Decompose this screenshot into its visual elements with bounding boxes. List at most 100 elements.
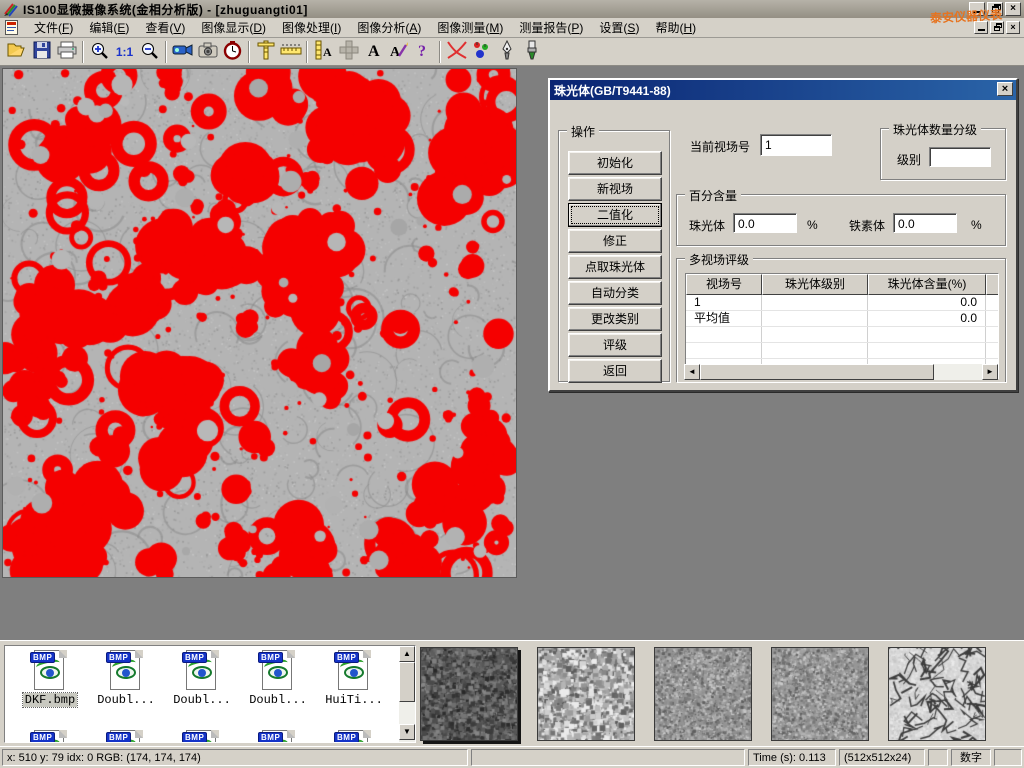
table-cell bbox=[986, 295, 999, 310]
camera-button[interactable] bbox=[195, 40, 220, 64]
bmp-badge: BMP bbox=[30, 732, 55, 743]
grid-cross-button[interactable] bbox=[336, 40, 361, 64]
restore-button[interactable] bbox=[987, 2, 1003, 16]
file-item-4[interactable]: BMPHuiTi... bbox=[319, 650, 389, 707]
table-cell bbox=[762, 343, 868, 358]
file-item-row2-1[interactable]: BMP bbox=[91, 730, 161, 743]
operation-button-3[interactable]: 修正 bbox=[568, 229, 662, 253]
operation-button-6[interactable]: 更改类别 bbox=[568, 307, 662, 331]
micrograph-image[interactable] bbox=[2, 68, 517, 578]
mdi-restore-button[interactable] bbox=[990, 21, 1004, 34]
ruler-button[interactable] bbox=[278, 40, 303, 64]
operation-button-2[interactable]: 二值化 bbox=[568, 203, 662, 227]
file-item-row2-4[interactable]: BMP bbox=[319, 730, 389, 743]
open-button[interactable] bbox=[4, 40, 29, 64]
save-button[interactable] bbox=[29, 40, 54, 64]
document-icon[interactable] bbox=[4, 20, 20, 36]
table-row[interactable]: 10.0 bbox=[686, 295, 998, 311]
file-item-2[interactable]: BMPDoubl... bbox=[167, 650, 237, 707]
file-name: Doubl... bbox=[247, 693, 309, 707]
table-cell bbox=[986, 343, 999, 358]
scroll-up-icon[interactable]: ▲ bbox=[399, 646, 415, 662]
scroll-down-icon[interactable]: ▼ bbox=[399, 724, 415, 740]
scroll-left-icon[interactable]: ◄ bbox=[684, 364, 700, 380]
measure-text-button[interactable]: A bbox=[311, 40, 336, 64]
bmp-badge: BMP bbox=[182, 732, 207, 743]
dialog-close-icon[interactable]: × bbox=[997, 82, 1013, 96]
table-header-3[interactable]: 铁素体 bbox=[986, 274, 999, 295]
operation-button-5[interactable]: 自动分类 bbox=[568, 281, 662, 305]
pearlite-percent-input[interactable]: 0.0 bbox=[733, 213, 797, 233]
scroll-right-icon[interactable]: ► bbox=[982, 364, 998, 380]
timer-button[interactable] bbox=[220, 40, 245, 64]
text-button[interactable]: A bbox=[361, 40, 386, 64]
curve-tool-button[interactable] bbox=[444, 40, 469, 64]
thumbnail-2[interactable] bbox=[654, 647, 752, 741]
file-item-0[interactable]: BMPDKF.bmp bbox=[15, 650, 85, 707]
thumbnail-4[interactable] bbox=[888, 647, 986, 741]
menu-item-2[interactable]: 查看(V) bbox=[137, 17, 193, 38]
menu-item-3[interactable]: 图像显示(D) bbox=[193, 17, 274, 38]
close-button[interactable]: × bbox=[1005, 2, 1021, 16]
brush-tool-button[interactable] bbox=[519, 40, 544, 64]
open-icon bbox=[7, 41, 27, 62]
file-item-row2-3[interactable]: BMP bbox=[243, 730, 313, 743]
menu-item-8[interactable]: 设置(S) bbox=[591, 17, 647, 38]
bmp-file-icon: BMP bbox=[106, 730, 146, 743]
table-header-1[interactable]: 珠光体级别 bbox=[762, 274, 868, 295]
table-row bbox=[686, 343, 998, 359]
save-icon bbox=[33, 41, 51, 62]
file-item-row2-2[interactable]: BMP bbox=[167, 730, 237, 743]
pen-tool-button[interactable] bbox=[494, 40, 519, 64]
menu-item-9[interactable]: 帮助(H) bbox=[647, 17, 704, 38]
status-mode: 数字 bbox=[951, 749, 991, 766]
video-camera-button[interactable] bbox=[170, 40, 195, 64]
file-item-3[interactable]: BMPDoubl... bbox=[243, 650, 313, 707]
menu-item-6[interactable]: 图像测量(M) bbox=[429, 17, 511, 38]
thumbnail-0[interactable] bbox=[420, 647, 518, 741]
grade-input[interactable] bbox=[929, 147, 991, 167]
zoom-in-button[interactable] bbox=[87, 40, 112, 64]
actual-size-button[interactable]: 1:1 bbox=[112, 40, 137, 64]
menu-item-1[interactable]: 编辑(E) bbox=[81, 17, 137, 38]
menu-item-0[interactable]: 文件(F) bbox=[26, 17, 81, 38]
table-cell: 1 bbox=[686, 295, 762, 310]
thumbnail-1[interactable] bbox=[537, 647, 635, 741]
thumbnail-3[interactable] bbox=[771, 647, 869, 741]
help-button[interactable]: ? bbox=[411, 40, 436, 64]
minimize-button[interactable] bbox=[969, 2, 985, 16]
dialog-title: 珠光体(GB/T9441-88) bbox=[554, 82, 671, 99]
svg-text:A: A bbox=[390, 45, 401, 59]
points-tool-button[interactable] bbox=[469, 40, 494, 64]
operation-button-1[interactable]: 新视场 bbox=[568, 177, 662, 201]
mdi-minimize-button[interactable] bbox=[974, 21, 988, 34]
file-item-row2-0[interactable]: BMP bbox=[15, 730, 85, 743]
table-header-0[interactable]: 视场号 bbox=[686, 274, 762, 295]
zoom-out-button[interactable] bbox=[137, 40, 162, 64]
vertical-caliper-button[interactable] bbox=[253, 40, 278, 64]
pearlite-percent-sign: % bbox=[807, 218, 818, 232]
menu-item-7[interactable]: 测量报告(P) bbox=[511, 17, 591, 38]
table-hscrollbar[interactable]: ◄ ► bbox=[684, 364, 998, 380]
table-header-2[interactable]: 珠光体含量(%) bbox=[868, 274, 986, 295]
dialog-title-bar[interactable]: 珠光体(GB/T9441-88) × bbox=[550, 80, 1016, 100]
file-list-vscrollbar[interactable]: ▲ ▼ bbox=[399, 646, 415, 742]
file-item-1[interactable]: BMPDoubl... bbox=[91, 650, 161, 707]
grading-group-label: 珠光体数量分级 bbox=[889, 121, 981, 138]
operation-button-8[interactable]: 返回 bbox=[568, 359, 662, 383]
operation-button-7[interactable]: 评级 bbox=[568, 333, 662, 357]
table-row[interactable]: 平均值0.0 bbox=[686, 311, 998, 327]
menu-item-4[interactable]: 图像处理(I) bbox=[274, 17, 349, 38]
status-bar: x: 510 y: 79 idx: 0 RGB: (174, 174, 174)… bbox=[0, 746, 1024, 768]
operation-button-4[interactable]: 点取珠光体 bbox=[568, 255, 662, 279]
operation-button-0[interactable]: 初始化 bbox=[568, 151, 662, 175]
print-button[interactable] bbox=[54, 40, 79, 64]
percent-group-label: 百分含量 bbox=[685, 187, 741, 204]
scroll-thumb[interactable] bbox=[399, 662, 415, 702]
current-view-input[interactable]: 1 bbox=[760, 134, 832, 156]
mdi-close-button[interactable]: × bbox=[1006, 21, 1020, 34]
annotate-button[interactable]: A bbox=[386, 40, 411, 64]
menu-item-5[interactable]: 图像分析(A) bbox=[349, 17, 429, 38]
ferrite-percent-input[interactable]: 0.0 bbox=[893, 213, 957, 233]
scroll-thumb[interactable] bbox=[700, 364, 934, 380]
